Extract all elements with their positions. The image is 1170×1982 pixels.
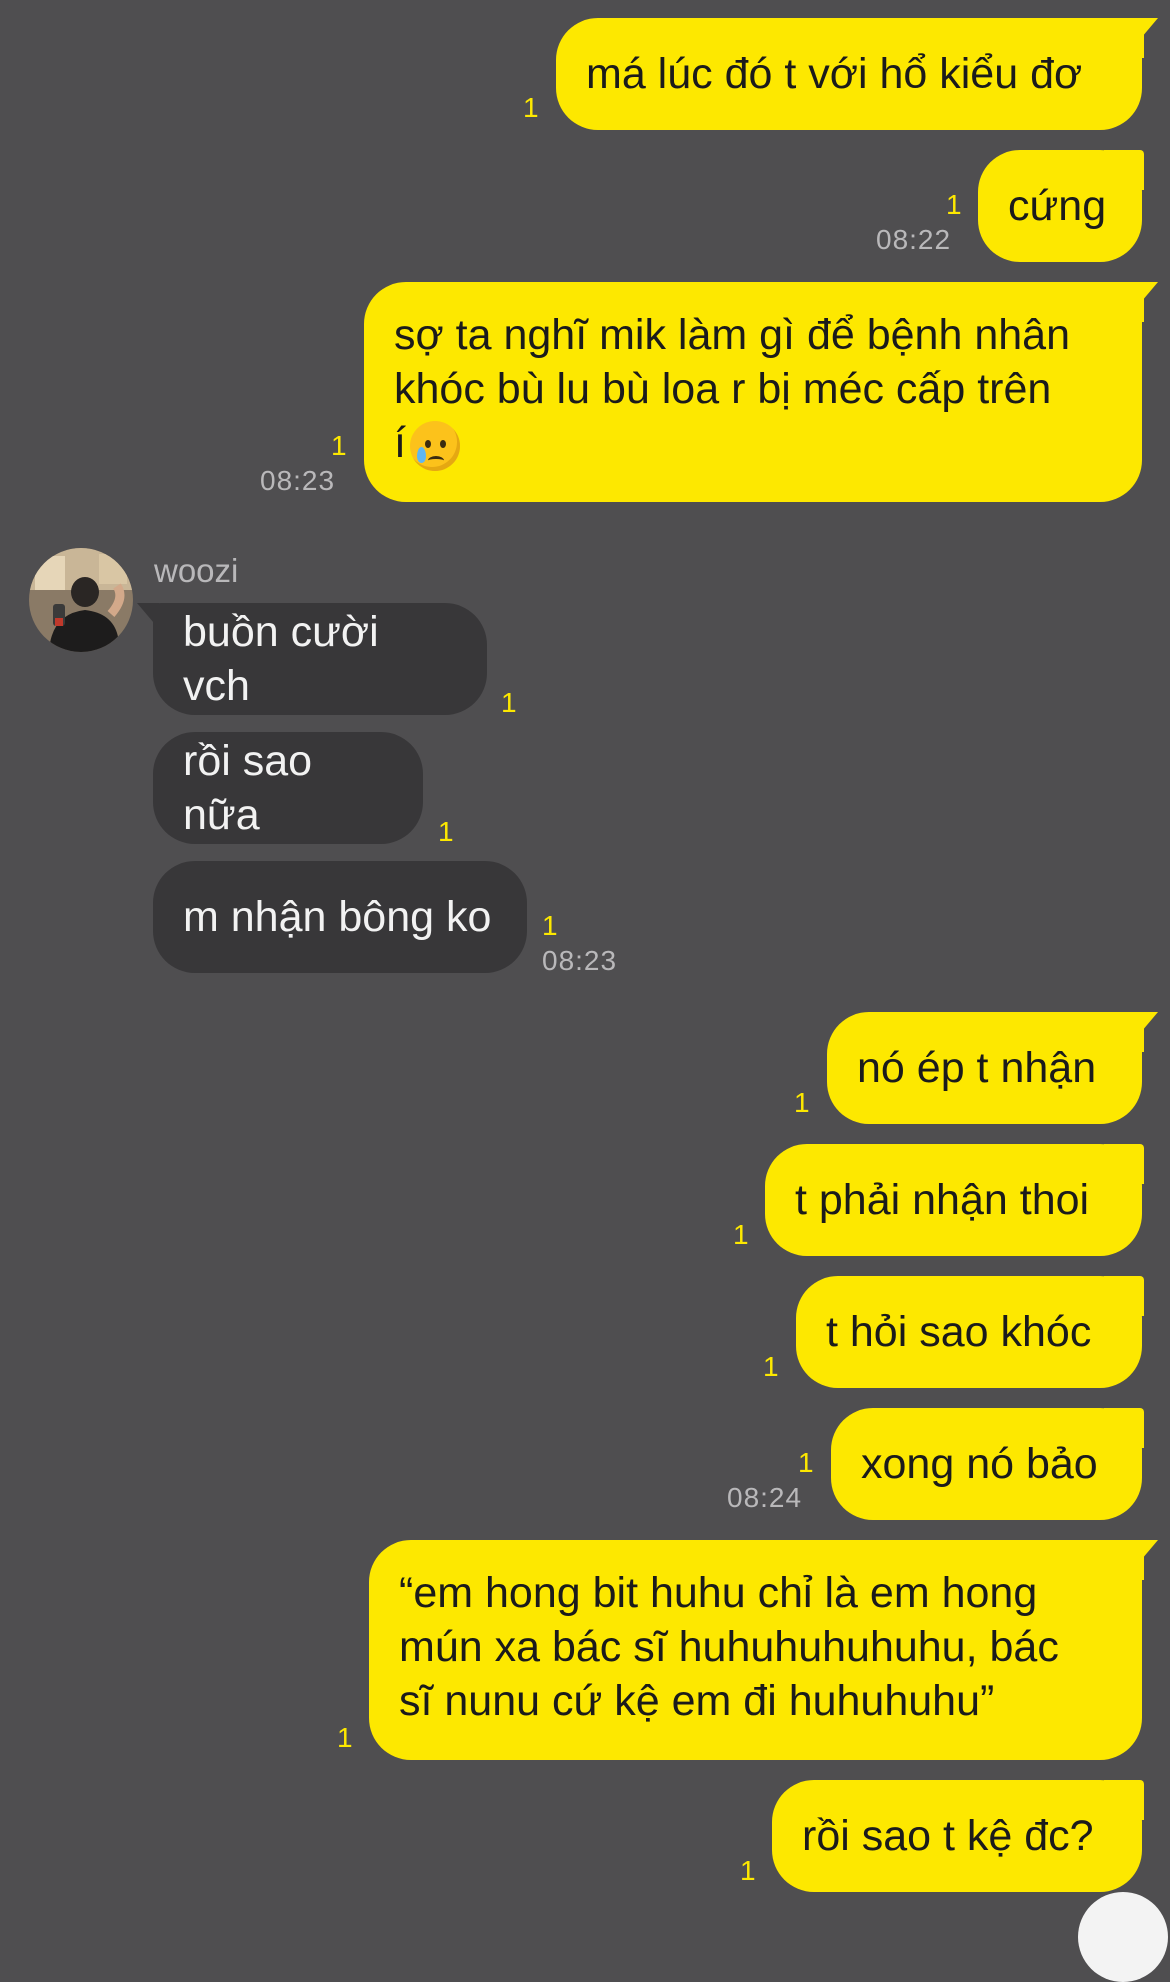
incoming-message[interactable]: buồn cười vch: [137, 603, 487, 715]
unread-count: 1: [798, 1447, 814, 1478]
unread-count: 1: [946, 189, 962, 220]
message-timestamp: 08:22: [876, 224, 952, 255]
unread-count: 1: [331, 430, 347, 461]
outgoing-message[interactable]: t hỏi sao khóc: [796, 1276, 1144, 1388]
unread-count: 1: [740, 1855, 756, 1886]
outgoing-message[interactable]: “em hong bit huhu chỉ là em hong mún xa …: [369, 1540, 1158, 1760]
unread-count: 1: [794, 1087, 810, 1118]
unread-count: 1: [733, 1219, 749, 1250]
outgoing-message[interactable]: cứng: [978, 150, 1144, 262]
outgoing-message[interactable]: rồi sao t kệ đc?: [772, 1780, 1144, 1892]
unread-count: 1: [542, 910, 558, 941]
message-text: sợ ta nghĩ mik làm gì để bệnh nhân khóc …: [394, 308, 1070, 471]
avatar-photo-icon: [29, 548, 133, 652]
message-timestamp: 08:24: [727, 1482, 803, 1513]
outgoing-message[interactable]: sợ ta nghĩ mik làm gì để bệnh nhân khóc …: [364, 282, 1158, 502]
outgoing-message[interactable]: má lúc đó t với hổ kiểu đơ: [556, 18, 1158, 130]
message-timestamp: 08:23: [260, 465, 336, 496]
outgoing-message[interactable]: nó ép t nhận: [827, 1012, 1158, 1124]
incoming-message[interactable]: m nhận bông ko: [153, 861, 527, 973]
outgoing-message[interactable]: xong nó bảo: [831, 1408, 1144, 1520]
unread-count: 1: [501, 687, 517, 718]
message-timestamp: 08:23: [542, 945, 618, 976]
contact-name: woozi: [154, 552, 239, 589]
contact-avatar[interactable]: [29, 548, 133, 652]
unread-count: 1: [337, 1722, 353, 1753]
chat-view[interactable]: má lúc đó t với hổ kiểu đơ 1 cứng 1 08:2…: [0, 0, 1170, 1982]
unread-count: 1: [438, 816, 454, 847]
unread-count: 1: [523, 92, 539, 123]
unread-count: 1: [763, 1351, 779, 1382]
outgoing-message[interactable]: t phải nhận thoi: [765, 1144, 1144, 1256]
crying-face-icon: [409, 420, 460, 471]
incoming-message[interactable]: rồi sao nữa: [153, 732, 423, 844]
